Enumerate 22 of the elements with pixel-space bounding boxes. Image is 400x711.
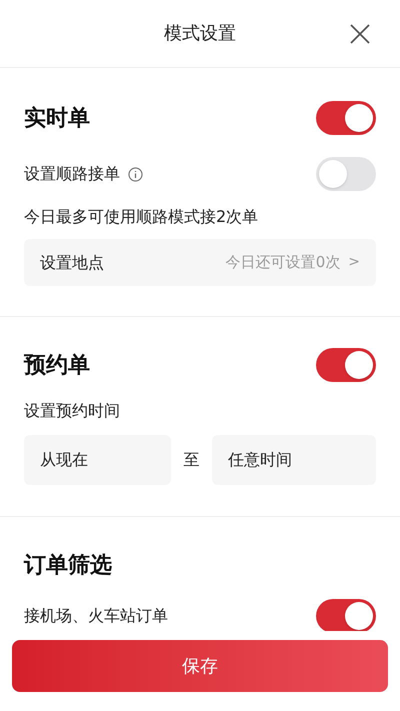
info-icon[interactable] <box>128 166 143 182</box>
section-title: 订单筛选 <box>24 552 112 580</box>
toggle-switch[interactable] <box>316 599 376 633</box>
range-separator: 至 <box>182 449 200 471</box>
section-title: 实时单 <box>24 104 90 132</box>
setting-label: 接机场、火车站订单 <box>24 605 168 627</box>
end-time-field[interactable]: 任意时间 <box>212 435 376 485</box>
setting-label: 设置顺路接单 <box>24 163 120 185</box>
chevron-icon: > <box>348 252 360 273</box>
remaining-count: 今日还可设置0次 <box>226 252 340 274</box>
start-time-field[interactable]: 从现在 <box>24 435 171 485</box>
toggle-switch[interactable] <box>316 157 376 191</box>
row-label: 设置地点 <box>40 252 104 274</box>
setting-label: 设置预约时间 <box>24 400 121 422</box>
window-title: 模式设置 <box>164 22 236 46</box>
toggle-switch[interactable] <box>316 101 376 135</box>
toggle-switch[interactable] <box>316 348 376 382</box>
section-title: 预约单 <box>24 352 90 380</box>
limit-note: 今日最多可使用顺路模式接2次单 <box>24 206 260 228</box>
location-row[interactable]: 设置地点 今日还可设置0次 > <box>24 239 376 286</box>
close-icon[interactable] <box>350 24 370 44</box>
save-button[interactable]: 保存 <box>12 640 388 692</box>
